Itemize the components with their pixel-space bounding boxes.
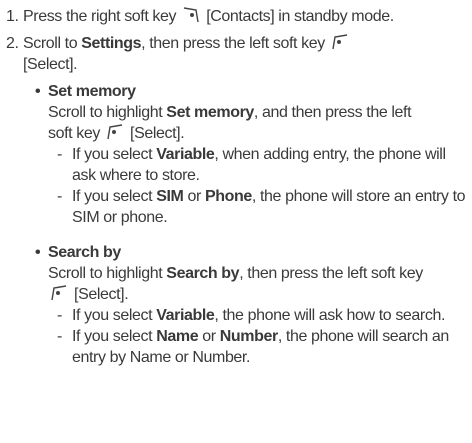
left-soft-key-icon <box>106 124 124 140</box>
desc-bold: Set memory <box>166 104 254 121</box>
set-memory-section: • Set memory Scroll to highlight Set mem… <box>35 81 466 228</box>
dash-bold: Phone <box>205 188 252 205</box>
step-text: Press the right soft key [Contacts] in s… <box>23 6 466 27</box>
set-memory-desc: Scroll to highlight Set memory, and then… <box>48 102 466 228</box>
desc-text: [Select]. <box>130 125 185 142</box>
dash-bold: Name <box>156 328 199 345</box>
dash-text: If you select Variable, when adding entr… <box>72 144 466 186</box>
step-text: Scroll to Settings, then press the left … <box>23 33 466 75</box>
dash-bold: Variable <box>156 146 215 163</box>
instruction-page: 1. Press the right soft key [Contacts] i… <box>0 0 472 443</box>
dash-or: or <box>187 188 202 205</box>
set-memory-option-variable: - If you select Variable, when adding en… <box>57 144 466 186</box>
step-2-text-a: Scroll to <box>23 35 78 52</box>
desc-text: Scroll to highlight <box>48 265 163 282</box>
search-by-title-text: Search by <box>48 244 121 261</box>
desc-bold: Search by <box>166 265 240 282</box>
dash-text: If you select Name or Number, the phone … <box>72 326 466 368</box>
dash-text-a: If you select <box>72 188 153 205</box>
dash-text-a: If you select <box>72 146 153 163</box>
dash-symbol: - <box>57 146 62 163</box>
search-by-title: • Search by <box>35 242 466 263</box>
bullet-symbol: • <box>35 244 41 261</box>
dash-bold: Variable <box>156 307 215 324</box>
desc-text: , and then press the left <box>253 104 412 121</box>
dash-symbol: - <box>57 328 62 345</box>
dash-symbol: - <box>57 307 62 324</box>
desc-text: Scroll to highlight <box>48 104 163 121</box>
step-2-text-c: [Select]. <box>23 56 78 73</box>
dash-or: or <box>202 328 216 345</box>
search-by-option-variable: - If you select Variable, the phone will… <box>57 305 466 326</box>
dash-symbol: - <box>57 188 62 205</box>
set-memory-option-sim-phone: - If you select SIM or Phone, the phone … <box>57 186 466 228</box>
step-number: 2. <box>6 35 19 52</box>
dash-text: If you select SIM or Phone, the phone wi… <box>72 186 466 228</box>
bullet-symbol: • <box>35 83 41 100</box>
step-1-text-b: [Contacts] in standby mode. <box>206 8 394 25</box>
dash-text: If you select Variable, the phone will a… <box>72 305 466 326</box>
search-by-option-name-number: - If you select Name or Number, the phon… <box>57 326 466 368</box>
dash-text-c: , the phone will ask how to search. <box>214 307 446 324</box>
step-2: 2. Scroll to Settings, then press the le… <box>6 33 466 75</box>
dash-bold: Number <box>219 328 278 345</box>
desc-text: [Select]. <box>74 286 129 303</box>
set-memory-title-text: Set memory <box>48 83 136 100</box>
set-memory-title: • Set memory <box>35 81 466 102</box>
step-2-text-b: , then press the left soft key <box>141 35 325 52</box>
step-1-text-a: Press the right soft key <box>23 8 177 25</box>
search-by-desc: Scroll to highlight Search by, then pres… <box>48 263 466 368</box>
desc-text: , then press the left soft key <box>239 265 423 282</box>
dash-text-a: If you select <box>72 307 153 324</box>
step-1: 1. Press the right soft key [Contacts] i… <box>6 6 466 27</box>
dash-text-a: If you select <box>72 328 153 345</box>
search-by-section: • Search by Scroll to highlight Search b… <box>35 242 466 368</box>
step-number: 1. <box>6 8 19 25</box>
step-2-bold: Settings <box>81 35 142 52</box>
right-soft-key-icon <box>182 7 200 23</box>
desc-text: soft key <box>48 125 100 142</box>
left-soft-key-icon <box>50 285 68 301</box>
left-soft-key-icon <box>331 34 349 50</box>
dash-bold: SIM <box>156 188 184 205</box>
